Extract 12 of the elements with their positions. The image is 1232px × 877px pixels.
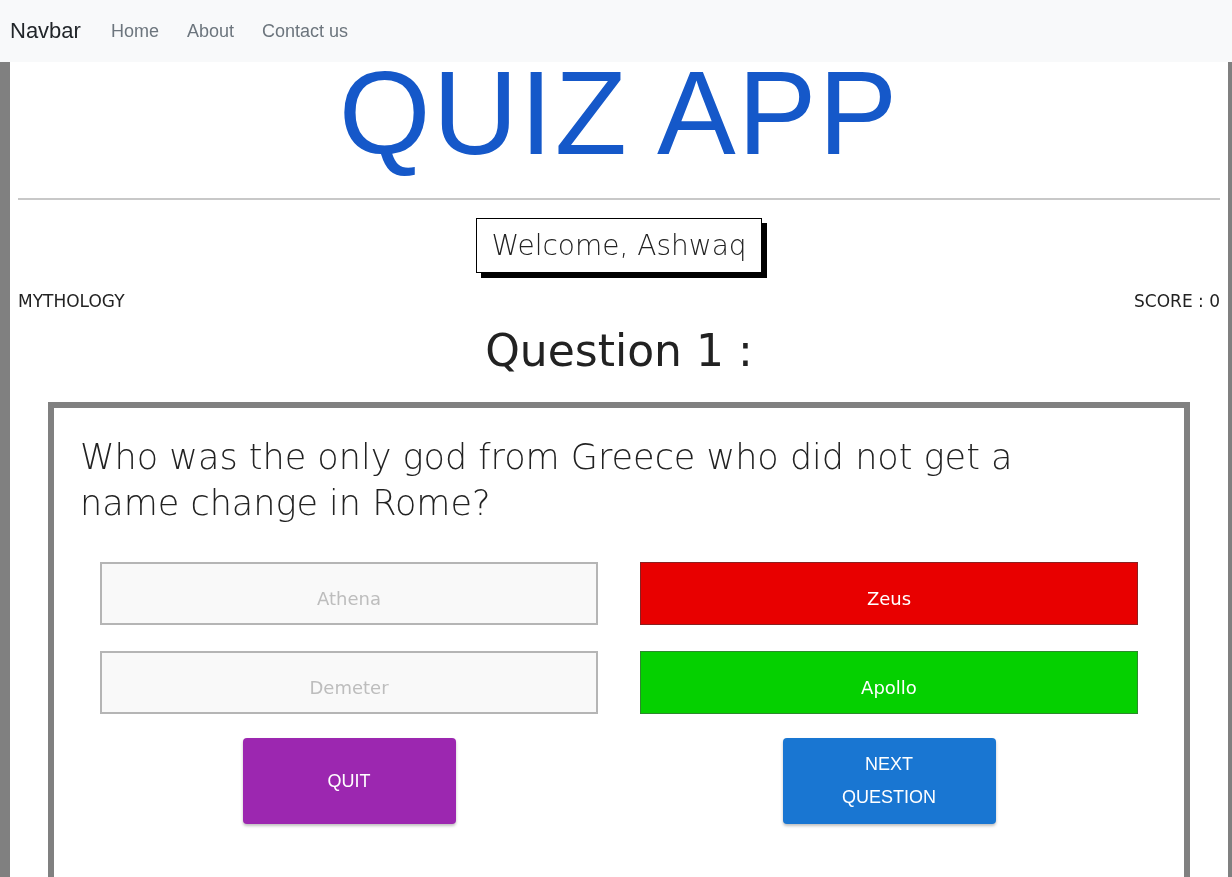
question-text: Who was the only god from Greece who did not get a name change in Rome? — [80, 436, 1014, 525]
nav-link[interactable]: Home — [110, 20, 159, 42]
category-label: MYTHOLOGY — [18, 291, 125, 311]
answer-button[interactable]: Zeus — [640, 562, 1138, 625]
question-heading: Question 1 : — [485, 325, 753, 376]
welcome-message: Welcome, Ashwaq — [476, 218, 762, 273]
nav-link[interactable]: About — [186, 20, 234, 42]
next-question-button[interactable]: NEXT QUESTION — [782, 738, 996, 824]
navbar-brand[interactable]: Navbar — [10, 18, 81, 44]
nav-link[interactable]: Contact us — [262, 20, 349, 42]
quit-button[interactable]: QUIT — [242, 738, 456, 824]
score-label: SCORE : 0 — [1134, 291, 1220, 311]
